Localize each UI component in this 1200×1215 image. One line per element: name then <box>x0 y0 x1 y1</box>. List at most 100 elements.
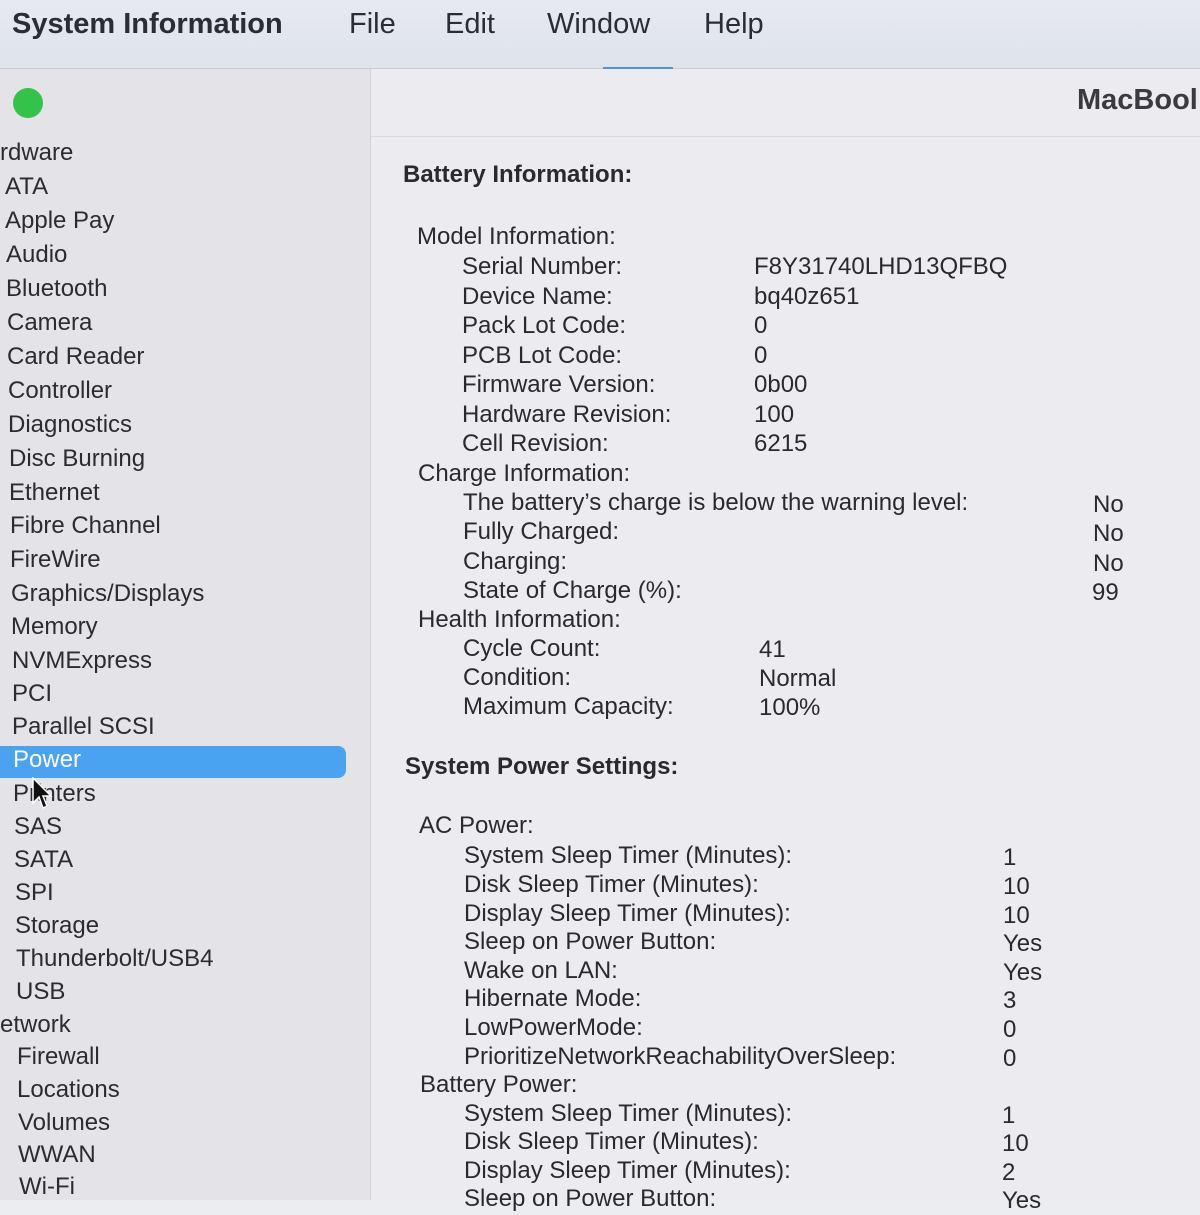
zoom-window-button[interactable] <box>13 88 43 118</box>
divider <box>371 136 1200 137</box>
pcb-lot-code-value: 0 <box>754 342 768 369</box>
charging-value: No <box>1093 550 1124 577</box>
serial-number-value: F8Y31740LHD13QFBQ <box>754 253 1008 280</box>
sidebar-item-memory[interactable]: Memory <box>11 613 98 641</box>
menu-edit[interactable]: Edit <box>445 8 495 41</box>
bat-disk-sleep-label: Disk Sleep Timer (Minutes): <box>464 1128 759 1155</box>
ac-power-label: AC Power: <box>419 812 534 839</box>
ac-system-sleep-value: 1 <box>1003 844 1017 871</box>
ac-display-sleep-label: Display Sleep Timer (Minutes): <box>464 900 791 927</box>
ac-system-sleep-label: System Sleep Timer (Minutes): <box>464 842 793 869</box>
sidebar-item-disc-burning[interactable]: Disc Burning <box>9 445 145 473</box>
ac-sleep-power-button-label: Sleep on Power Button: <box>464 928 717 955</box>
sidebar-item-card-reader[interactable]: Card Reader <box>7 343 144 371</box>
sidebar-item-sata[interactable]: SATA <box>14 846 73 874</box>
fully-charged-value: No <box>1093 520 1124 547</box>
sidebar-item-locations[interactable]: Locations <box>17 1076 120 1104</box>
max-capacity-value: 100% <box>759 694 821 721</box>
sidebar-item-audio[interactable]: Audio <box>6 241 67 269</box>
sidebar-item-bluetooth[interactable]: Bluetooth <box>6 275 107 303</box>
menu-bar: System Information File Edit Window Help <box>0 0 1200 69</box>
state-of-charge-label: State of Charge (%): <box>463 577 682 604</box>
condition-value: Normal <box>759 665 837 692</box>
sidebar-item-fibre-channel[interactable]: Fibre Channel <box>10 512 161 540</box>
model-info-label: Model Information: <box>417 223 616 250</box>
sidebar-item-usb[interactable]: USB <box>16 978 65 1006</box>
sidebar-item-camera[interactable]: Camera <box>7 309 92 337</box>
condition-label: Condition: <box>463 664 572 691</box>
sidebar-item-graphics-displays[interactable]: Graphics/Displays <box>11 580 204 608</box>
sidebar-item-storage[interactable]: Storage <box>15 912 99 940</box>
menu-help[interactable]: Help <box>704 8 764 41</box>
cycle-count-value: 41 <box>759 636 786 663</box>
state-of-charge-value: 99 <box>1092 579 1119 606</box>
bat-display-sleep-label: Display Sleep Timer (Minutes): <box>464 1157 791 1184</box>
device-name-value: bq40z651 <box>754 283 860 310</box>
menu-app-name[interactable]: System Information <box>12 8 283 41</box>
sidebar-item-volumes[interactable]: Volumes <box>18 1109 110 1137</box>
bat-sleep-power-button-value: Yes <box>1002 1187 1042 1214</box>
ac-hibernate-mode-label: Hibernate Mode: <box>464 985 642 1012</box>
sidebar-category-network[interactable]: etwork <box>0 1011 71 1039</box>
sidebar-item-ethernet[interactable]: Ethernet <box>9 479 100 507</box>
bat-system-sleep-value: 1 <box>1002 1102 1016 1129</box>
window-title: MacBool <box>1077 84 1198 116</box>
charge-info-label: Charge Information: <box>418 460 631 487</box>
serial-number-label: Serial Number: <box>462 253 623 280</box>
pack-lot-code-label: Pack Lot Code: <box>462 312 627 339</box>
pcb-lot-code-label: PCB Lot Code: <box>462 342 623 369</box>
ac-hibernate-mode-value: 3 <box>1003 987 1017 1014</box>
ac-low-power-mode-value: 0 <box>1003 1016 1017 1043</box>
ac-prioritize-network-label: PrioritizeNetworkReachabilityOverSleep: <box>464 1043 897 1070</box>
sidebar-category-hardware[interactable]: rdware <box>0 139 73 167</box>
hardware-revision-label: Hardware Revision: <box>462 401 672 428</box>
mouse-pointer-icon <box>32 777 53 810</box>
bat-display-sleep-value: 2 <box>1002 1159 1016 1186</box>
ac-disk-sleep-label: Disk Sleep Timer (Minutes): <box>464 871 759 898</box>
device-name-label: Device Name: <box>462 283 613 310</box>
sidebar-item-controller[interactable]: Controller <box>8 377 112 405</box>
ac-display-sleep-value: 10 <box>1003 902 1030 929</box>
sidebar-item-sas[interactable]: SAS <box>14 813 62 841</box>
sidebar-item-ata[interactable]: ATA <box>5 173 48 201</box>
sidebar-item-thunderbolt-usb4[interactable]: Thunderbolt/USB4 <box>16 945 213 973</box>
ac-low-power-mode-label: LowPowerMode: <box>464 1014 643 1041</box>
firmware-version-value: 0b00 <box>754 371 808 398</box>
sidebar-item-nvmexpress[interactable]: NVMExpress <box>12 647 152 675</box>
bat-system-sleep-label: System Sleep Timer (Minutes): <box>464 1100 793 1127</box>
below-warning-value: No <box>1093 491 1124 518</box>
pack-lot-code-value: 0 <box>754 312 768 339</box>
battery-power-label: Battery Power: <box>420 1071 578 1098</box>
sidebar-item-parallel-scsi[interactable]: Parallel SCSI <box>12 713 155 741</box>
firmware-version-label: Firmware Version: <box>462 371 656 398</box>
battery-info-heading: Battery Information: <box>403 161 633 188</box>
sidebar-item-apple-pay[interactable]: Apple Pay <box>5 207 114 235</box>
ac-wake-on-lan-label: Wake on LAN: <box>464 957 618 984</box>
health-info-label: Health Information: <box>418 606 621 633</box>
charging-label: Charging: <box>463 548 568 575</box>
sidebar-item-wwan[interactable]: WWAN <box>18 1141 96 1169</box>
max-capacity-label: Maximum Capacity: <box>463 693 674 720</box>
cell-revision-label: Cell Revision: <box>462 430 609 457</box>
bat-disk-sleep-value: 10 <box>1002 1130 1029 1157</box>
sidebar-item-firewire[interactable]: FireWire <box>10 546 101 574</box>
sidebar-item-power[interactable]: Power <box>13 746 81 774</box>
menu-window[interactable]: Window <box>547 8 650 41</box>
ac-sleep-power-button-value: Yes <box>1003 930 1043 957</box>
bat-sleep-power-button-label: Sleep on Power Button: <box>464 1185 717 1212</box>
below-warning-label: The battery’s charge is below the warnin… <box>463 489 969 516</box>
menu-file[interactable]: File <box>349 8 396 41</box>
hardware-revision-value: 100 <box>754 401 795 428</box>
power-settings-heading: System Power Settings: <box>405 753 679 780</box>
sidebar-item-pci[interactable]: PCI <box>12 680 52 708</box>
sidebar-item-wi-fi[interactable]: Wi-Fi <box>19 1173 75 1201</box>
sidebar-item-spi[interactable]: SPI <box>15 879 54 907</box>
cycle-count-label: Cycle Count: <box>463 635 601 662</box>
sidebar-item-diagnostics[interactable]: Diagnostics <box>8 411 132 439</box>
fully-charged-label: Fully Charged: <box>463 518 620 545</box>
ac-prioritize-network-value: 0 <box>1003 1045 1017 1072</box>
cell-revision-value: 6215 <box>754 430 808 457</box>
sidebar-item-firewall[interactable]: Firewall <box>17 1043 100 1071</box>
ac-wake-on-lan-value: Yes <box>1003 959 1043 986</box>
ac-disk-sleep-value: 10 <box>1003 873 1030 900</box>
